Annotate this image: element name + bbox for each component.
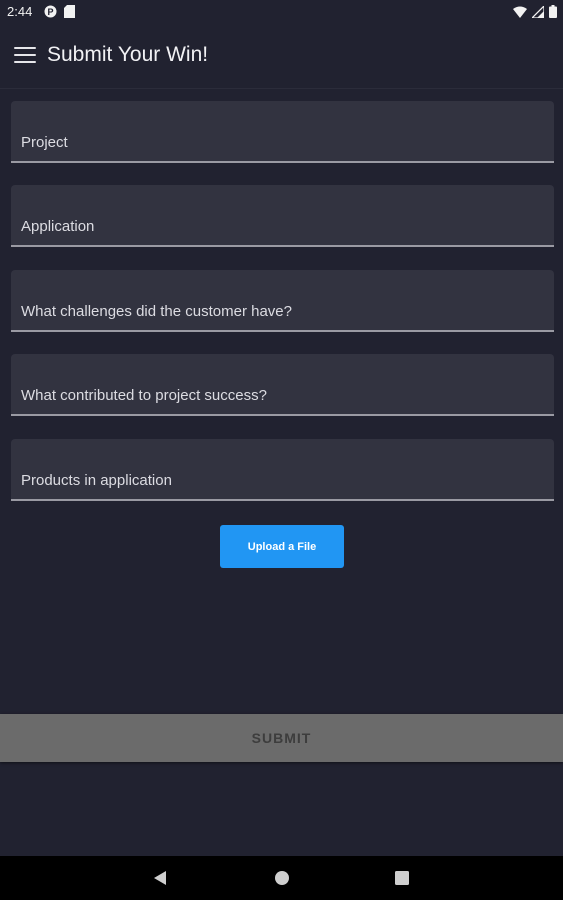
success-factors-field[interactable]: What contributed to project success? bbox=[11, 354, 554, 416]
system-nav-bar bbox=[0, 856, 563, 900]
application-field-label: Application bbox=[21, 218, 95, 235]
upload-file-button[interactable]: Upload a File bbox=[220, 525, 344, 568]
battery-icon bbox=[549, 5, 557, 23]
page-title: Submit Your Win! bbox=[47, 43, 209, 66]
wifi-icon bbox=[513, 5, 527, 23]
application-field[interactable]: Application bbox=[11, 185, 554, 247]
status-bar: 2:44 P bbox=[0, 0, 563, 24]
success-factors-field-label: What contributed to project success? bbox=[21, 387, 267, 404]
status-time: 2:44 bbox=[7, 4, 33, 19]
challenges-field[interactable]: What challenges did the customer have? bbox=[11, 270, 554, 332]
hamburger-menu-icon[interactable] bbox=[14, 47, 36, 65]
products-field[interactable]: Products in application bbox=[11, 439, 554, 501]
home-icon[interactable] bbox=[274, 870, 290, 891]
app-bar: Submit Your Win! bbox=[0, 24, 563, 89]
project-field[interactable]: Project bbox=[11, 101, 554, 163]
challenges-field-label: What challenges did the customer have? bbox=[21, 303, 292, 320]
sd-card-icon bbox=[64, 5, 75, 23]
submit-button[interactable]: SUBMIT bbox=[0, 714, 563, 762]
svg-text:P: P bbox=[47, 7, 53, 17]
p-notification-icon: P bbox=[44, 5, 57, 23]
products-field-label: Products in application bbox=[21, 472, 172, 489]
signal-icon bbox=[530, 4, 545, 23]
back-icon[interactable] bbox=[153, 870, 167, 891]
recents-icon[interactable] bbox=[395, 871, 409, 890]
project-field-label: Project bbox=[21, 134, 68, 151]
